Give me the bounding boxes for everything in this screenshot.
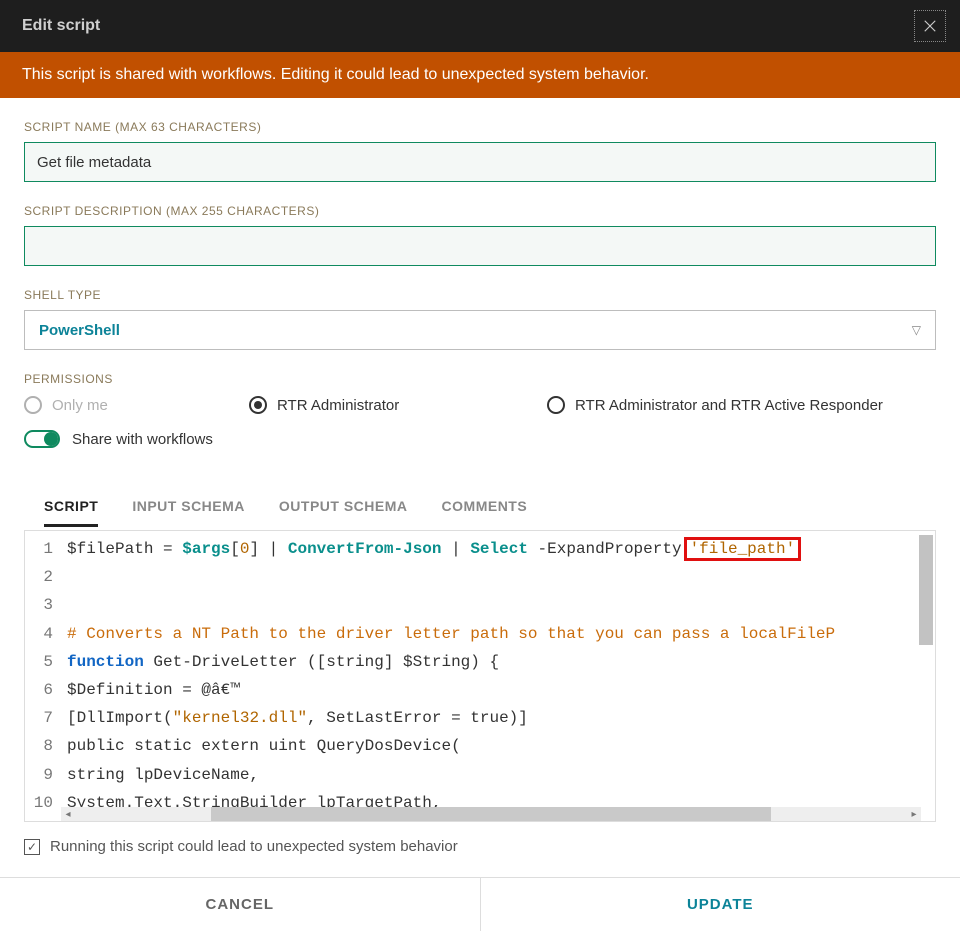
code-line: $filePath = $args[0] | ConvertFrom-Json … xyxy=(67,535,931,563)
code-line: string lpDeviceName, xyxy=(67,761,931,789)
share-workflows-toggle[interactable] xyxy=(24,430,60,448)
editor-tabs: SCRIPT INPUT SCHEMA OUTPUT SCHEMA COMMEN… xyxy=(0,470,960,527)
radio-only-me-label: Only me xyxy=(52,397,108,414)
radio-rtr-admin[interactable]: RTR Administrator xyxy=(249,396,547,414)
close-icon xyxy=(921,17,939,35)
warning-banner: This script is shared with workflows. Ed… xyxy=(0,52,960,98)
scroll-left-icon[interactable]: ◂ xyxy=(61,809,75,820)
code-line: function Get-DriveLetter ([string] $Stri… xyxy=(67,648,931,676)
close-button[interactable] xyxy=(914,10,946,42)
form-body: SCRIPT NAME (MAX 63 CHARACTERS) SCRIPT D… xyxy=(0,98,960,448)
field-shell-type: SHELL TYPE PowerShell ▽ xyxy=(24,288,936,350)
tab-output-schema[interactable]: OUTPUT SCHEMA xyxy=(279,498,408,527)
gutter-ln: 2 xyxy=(25,563,53,591)
permissions-radios: Only me RTR Administrator RTR Administra… xyxy=(24,396,936,414)
editor-code[interactable]: $filePath = $args[0] | ConvertFrom-Json … xyxy=(61,531,935,821)
code-line: public static extern uint QueryDosDevice… xyxy=(67,732,931,760)
code-line xyxy=(67,591,931,619)
tab-input-schema[interactable]: INPUT SCHEMA xyxy=(132,498,245,527)
field-script-description: SCRIPT DESCRIPTION (MAX 255 CHARACTERS) xyxy=(24,204,936,266)
chevron-down-icon: ▽ xyxy=(912,323,921,337)
script-description-label: SCRIPT DESCRIPTION (MAX 255 CHARACTERS) xyxy=(24,204,936,218)
gutter-ln: 6 xyxy=(25,676,53,704)
script-description-input[interactable] xyxy=(24,226,936,266)
share-workflows-row: Share with workflows xyxy=(24,430,936,448)
editor-gutter: 1 2 3 4 5 6 7 8 9 10 xyxy=(25,531,61,821)
radio-icon xyxy=(249,396,267,414)
scroll-right-icon[interactable]: ▸ xyxy=(907,809,921,820)
script-name-input[interactable] xyxy=(24,142,936,182)
vertical-scrollbar[interactable] xyxy=(919,535,933,645)
field-script-name: SCRIPT NAME (MAX 63 CHARACTERS) xyxy=(24,120,936,182)
confirm-label: Running this script could lead to unexpe… xyxy=(50,838,458,855)
permissions-label: PERMISSIONS xyxy=(24,372,936,386)
radio-rtr-admin-label: RTR Administrator xyxy=(277,397,399,414)
gutter-ln: 7 xyxy=(25,704,53,732)
tab-comments[interactable]: COMMENTS xyxy=(442,498,528,527)
code-editor[interactable]: 1 2 3 4 5 6 7 8 9 10 $filePath = $args[0… xyxy=(24,530,936,822)
cancel-button[interactable]: CANCEL xyxy=(0,878,481,931)
radio-rtr-admin-active[interactable]: RTR Administrator and RTR Active Respond… xyxy=(547,396,883,414)
confirm-row: ✓ Running this script could lead to unex… xyxy=(24,838,936,855)
radio-icon xyxy=(547,396,565,414)
modal-header: Edit script xyxy=(0,0,960,52)
gutter-ln: 1 xyxy=(25,535,53,563)
shell-type-value: PowerShell xyxy=(39,322,120,339)
shell-type-label: SHELL TYPE xyxy=(24,288,936,302)
tab-script[interactable]: SCRIPT xyxy=(44,498,98,527)
gutter-ln: 9 xyxy=(25,761,53,789)
field-permissions: PERMISSIONS Only me RTR Administrator RT… xyxy=(24,372,936,448)
code-line: [DllImport("kernel32.dll", SetLastError … xyxy=(67,704,931,732)
radio-only-me: Only me xyxy=(24,396,249,414)
gutter-ln: 10 xyxy=(25,789,53,817)
gutter-ln: 5 xyxy=(25,648,53,676)
highlight-file-path: 'file_path' xyxy=(684,537,802,561)
gutter-ln: 3 xyxy=(25,591,53,619)
code-line xyxy=(67,563,931,591)
hscroll-thumb[interactable] xyxy=(211,807,771,821)
horizontal-scrollbar[interactable]: ◂ ▸ xyxy=(61,807,921,821)
confirm-checkbox[interactable]: ✓ xyxy=(24,839,40,855)
shell-type-select[interactable]: PowerShell ▽ xyxy=(24,310,936,350)
update-button[interactable]: UPDATE xyxy=(481,878,960,931)
modal-title: Edit script xyxy=(22,17,100,35)
modal-footer: CANCEL UPDATE xyxy=(0,877,960,931)
radio-icon xyxy=(24,396,42,414)
code-line: $Definition = @â€™ xyxy=(67,676,931,704)
radio-rtr-admin-active-label: RTR Administrator and RTR Active Respond… xyxy=(575,397,883,414)
code-line: # Converts a NT Path to the driver lette… xyxy=(67,620,931,648)
gutter-ln: 4 xyxy=(25,620,53,648)
script-name-label: SCRIPT NAME (MAX 63 CHARACTERS) xyxy=(24,120,936,134)
gutter-ln: 8 xyxy=(25,732,53,760)
share-workflows-label: Share with workflows xyxy=(72,431,213,448)
